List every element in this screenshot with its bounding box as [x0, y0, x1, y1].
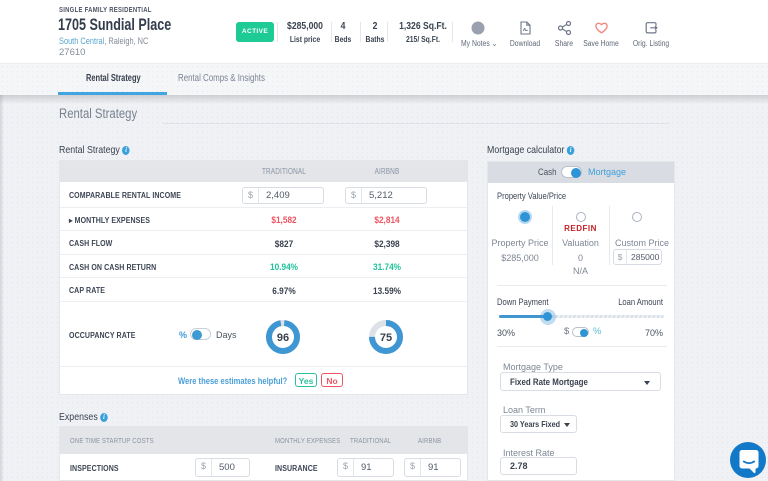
svg-text:75: 75	[380, 332, 392, 344]
svg-text:96: 96	[276, 332, 288, 344]
